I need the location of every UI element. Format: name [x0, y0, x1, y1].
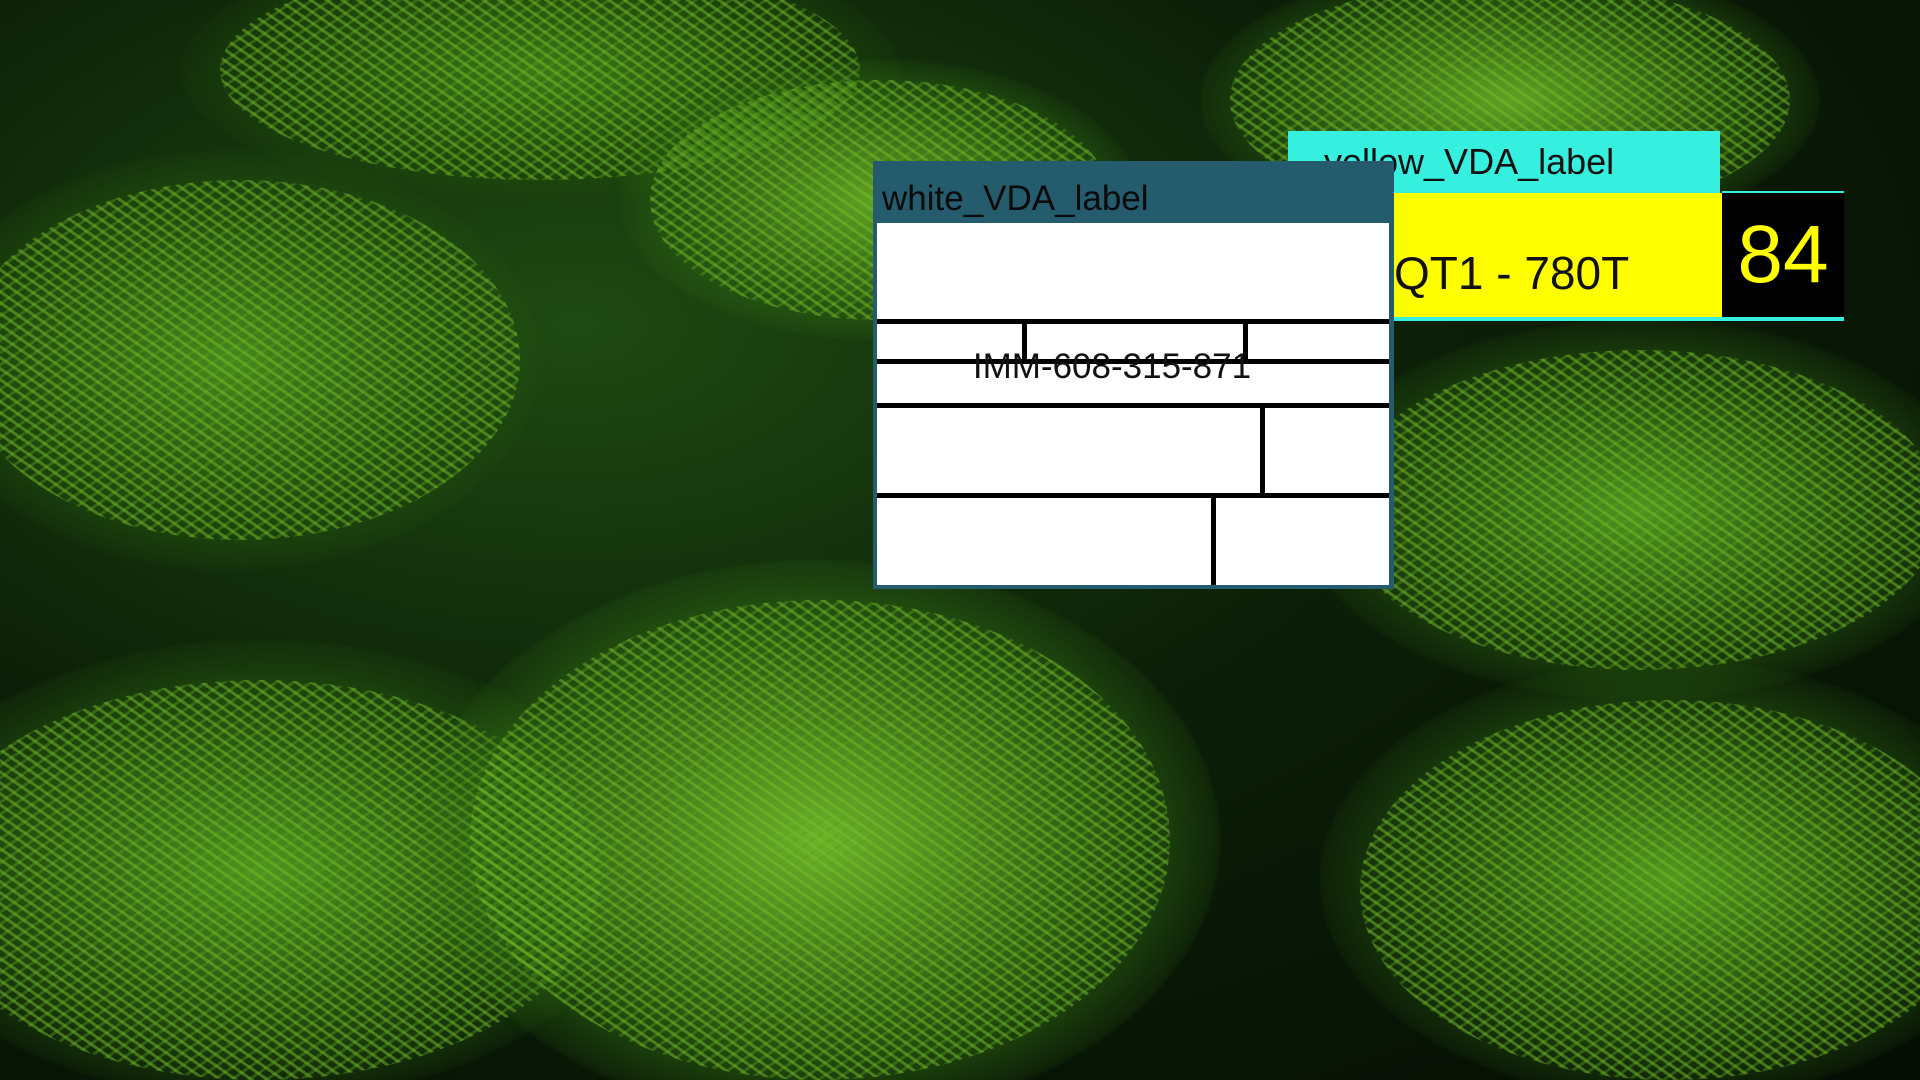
foliage: [1340, 350, 1920, 670]
label-form: IMM-608-315-871: [877, 223, 1389, 585]
form-divider: [1211, 493, 1216, 585]
label-id: IMM-608-315-871: [972, 347, 1252, 386]
form-divider: [877, 403, 1389, 408]
window-titlebar[interactable]: white_VDA_label: [873, 161, 1394, 223]
form-divider: [1260, 403, 1265, 493]
form-divider: [877, 319, 1389, 324]
window-title: white_VDA_label: [882, 179, 1149, 218]
part-code: QT1 - 780T: [1394, 247, 1630, 299]
white-label-window[interactable]: white_VDA_label IMM-608-315-871: [873, 161, 1394, 589]
form-divider: [877, 493, 1389, 498]
count-badge: 84: [1722, 191, 1844, 317]
count-value: 84: [1737, 209, 1829, 300]
foliage: [470, 600, 1170, 1080]
